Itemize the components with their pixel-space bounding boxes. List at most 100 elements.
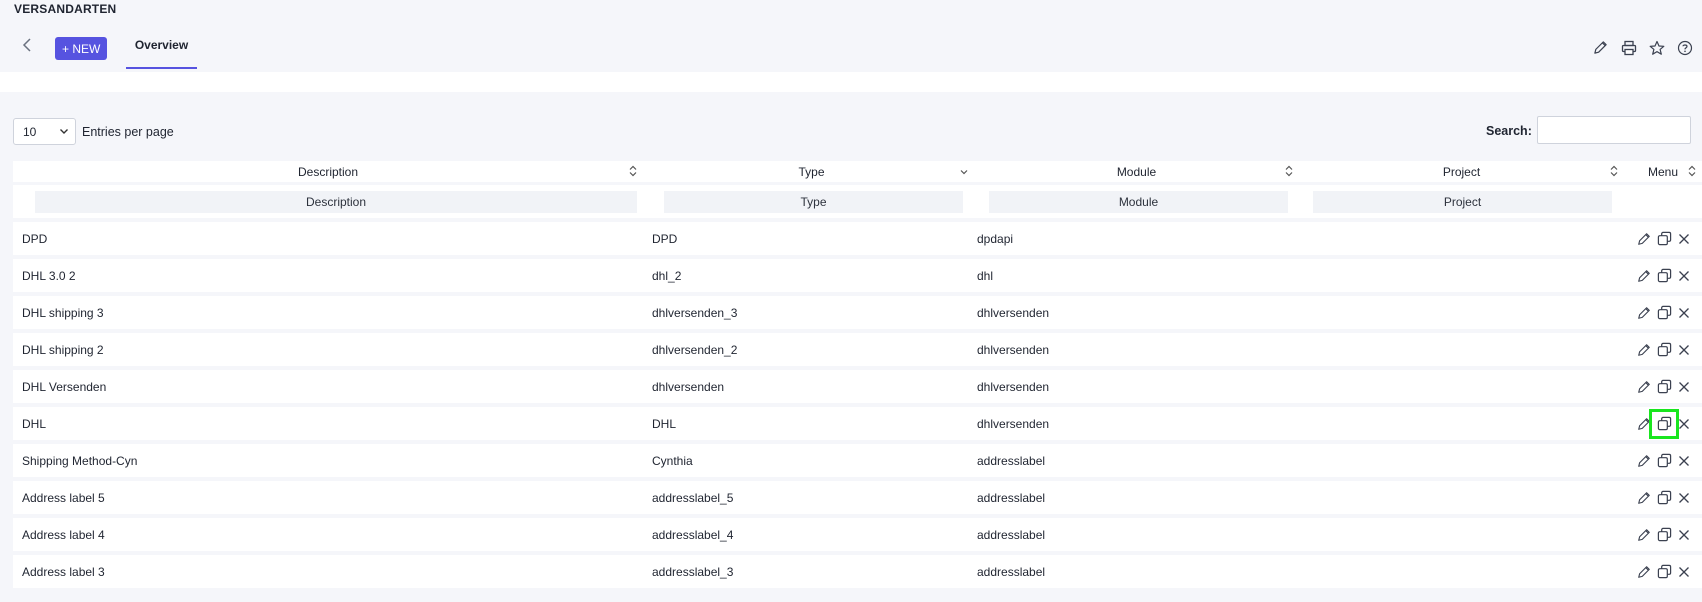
- edit-icon[interactable]: [1635, 378, 1653, 396]
- toolbar-icons: [1591, 38, 1694, 57]
- tab-overview[interactable]: Overview: [126, 26, 197, 69]
- table-row[interactable]: DHL shipping 2 dhlversenden_2 dhlversenden: [13, 333, 1702, 366]
- copy-icon[interactable]: [1655, 526, 1673, 544]
- row-actions: [1635, 407, 1693, 440]
- edit-icon[interactable]: [1635, 267, 1653, 285]
- row-actions: [1635, 444, 1693, 477]
- edit-icon[interactable]: [1635, 452, 1653, 470]
- column-header-label: Project: [1442, 164, 1481, 179]
- edit-icon[interactable]: [1635, 341, 1653, 359]
- search-label: Search:: [1486, 124, 1532, 138]
- sort-icon: [1610, 165, 1618, 177]
- entries-per-page-select[interactable]: 10: [13, 118, 76, 145]
- copy-icon[interactable]: [1655, 341, 1673, 359]
- printer-icon[interactable]: [1619, 38, 1638, 57]
- edit-icon[interactable]: [1635, 230, 1653, 248]
- table-row[interactable]: DHL DHL dhlversenden: [13, 407, 1702, 440]
- cell-description: Address label 5: [22, 490, 105, 505]
- chevron-down-icon: [59, 125, 69, 139]
- column-header-project[interactable]: Project: [1299, 161, 1624, 182]
- sort-descending-icon: [960, 165, 968, 177]
- table-row[interactable]: DPD DPD dpdapi: [13, 222, 1702, 255]
- cell-module: dhlversenden: [977, 305, 1050, 320]
- copy-icon[interactable]: [1655, 563, 1673, 581]
- entries-per-page-value: 10: [23, 124, 37, 139]
- sort-icon: [629, 165, 637, 177]
- cell-description: DHL Versenden: [22, 379, 107, 394]
- toolbar-spacer: [0, 72, 1702, 92]
- table-row[interactable]: DHL shipping 3 dhlversenden_3 dhlversenden: [13, 296, 1702, 329]
- cell-type: Cynthia: [652, 453, 693, 468]
- delete-icon[interactable]: [1675, 526, 1693, 544]
- cell-description: Address label 3: [22, 564, 105, 579]
- copy-icon[interactable]: [1655, 452, 1673, 470]
- delete-icon[interactable]: [1675, 267, 1693, 285]
- cell-type: DPD: [652, 231, 678, 246]
- table-row[interactable]: DHL Versenden dhlversenden dhlversenden: [13, 370, 1702, 403]
- column-header-label: Module: [1116, 164, 1157, 179]
- table-row[interactable]: Address label 4 addresslabel_4 addresslabe…: [13, 518, 1702, 551]
- cell-module: dhl: [977, 268, 994, 283]
- star-icon[interactable]: [1647, 38, 1666, 57]
- row-actions: [1635, 481, 1693, 514]
- cell-type: dhlversenden: [652, 379, 725, 394]
- pencil-icon[interactable]: [1591, 38, 1610, 57]
- edit-icon[interactable]: [1635, 304, 1653, 322]
- cell-type: addresslabel_4: [652, 527, 734, 542]
- copy-icon[interactable]: [1655, 489, 1673, 507]
- delete-icon[interactable]: [1675, 452, 1693, 470]
- copy-icon[interactable]: [1655, 378, 1673, 396]
- cell-type: addresslabel_3: [652, 564, 734, 579]
- table-row[interactable]: Address label 3 addresslabel_3 addresslabe…: [13, 555, 1702, 588]
- cell-module: addresslabel: [977, 490, 1046, 505]
- cell-description: Address label 4: [22, 527, 105, 542]
- cell-type: dhl_2: [652, 268, 682, 283]
- delete-icon[interactable]: [1675, 341, 1693, 359]
- edit-icon[interactable]: [1635, 563, 1653, 581]
- cell-type: DHL: [652, 416, 677, 431]
- row-actions: [1635, 518, 1693, 551]
- filter-project-input[interactable]: Project: [1313, 191, 1612, 213]
- column-header-type[interactable]: Type: [649, 161, 974, 182]
- row-actions: [1635, 222, 1693, 255]
- row-actions: [1635, 555, 1693, 588]
- back-arrow-icon[interactable]: [18, 34, 38, 56]
- edit-icon[interactable]: [1635, 526, 1653, 544]
- delete-icon[interactable]: [1675, 378, 1693, 396]
- table-row[interactable]: DHL 3.0 2 dhl_2 dhl: [13, 259, 1702, 292]
- filter-type-input[interactable]: Type: [664, 191, 963, 213]
- table-row[interactable]: Address label 5 addresslabel_5 addresslabe…: [13, 481, 1702, 514]
- copy-icon[interactable]: [1655, 267, 1673, 285]
- new-button[interactable]: + NEW: [55, 37, 108, 60]
- delete-icon[interactable]: [1675, 489, 1693, 507]
- copy-icon[interactable]: [1655, 304, 1673, 322]
- sort-icon: [1688, 165, 1696, 177]
- filter-description-input[interactable]: Description: [35, 191, 637, 213]
- cell-description: DPD: [22, 231, 48, 246]
- page-title: VERSANDARTEN: [14, 2, 117, 16]
- table-body: DPD DPD dpdapi DHL 3.0 2 dhl_2 dhl DHL shippin…: [13, 222, 1702, 588]
- sort-icon: [1285, 165, 1293, 177]
- delete-icon[interactable]: [1675, 563, 1693, 581]
- cell-module: dhlversenden: [977, 416, 1050, 431]
- column-header-label: Menu: [1647, 164, 1679, 179]
- delete-icon[interactable]: [1675, 304, 1693, 322]
- search-input[interactable]: [1537, 116, 1691, 144]
- cell-module: addresslabel: [977, 527, 1046, 542]
- copy-icon[interactable]: [1655, 230, 1673, 248]
- cell-module: dpdapi: [977, 231, 1014, 246]
- copy-icon[interactable]: [1649, 408, 1679, 439]
- column-header-menu[interactable]: Menu: [1624, 161, 1702, 182]
- delete-icon[interactable]: [1675, 230, 1693, 248]
- column-header-label: Type: [798, 164, 825, 179]
- edit-icon[interactable]: [1635, 415, 1653, 433]
- column-header-label: Description: [297, 164, 359, 179]
- table-row[interactable]: Shipping Method-Cyn Cynthia addresslabel: [13, 444, 1702, 477]
- edit-icon[interactable]: [1635, 489, 1653, 507]
- column-header-module[interactable]: Module: [974, 161, 1299, 182]
- column-header-description[interactable]: Description: [13, 161, 643, 182]
- filter-module-input[interactable]: Module: [989, 191, 1288, 213]
- delete-icon[interactable]: [1675, 415, 1693, 433]
- help-icon[interactable]: [1675, 38, 1694, 57]
- row-actions: [1635, 370, 1693, 403]
